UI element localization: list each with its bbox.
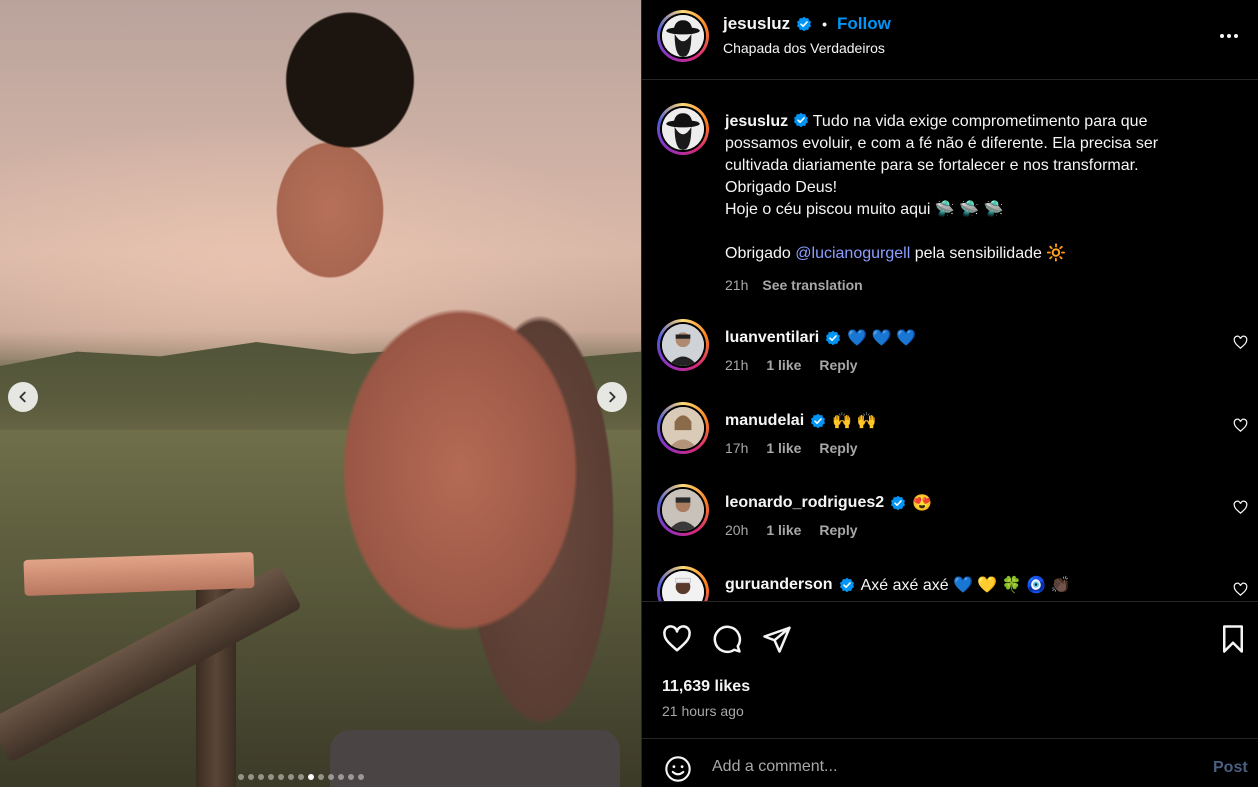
carousel-dot xyxy=(278,774,284,780)
author-username[interactable]: jesusluz xyxy=(723,14,790,34)
carousel-prev-button[interactable] xyxy=(8,382,38,412)
comment-username[interactable]: manudelai xyxy=(725,412,804,430)
comment-reply-button[interactable]: Reply xyxy=(819,522,857,538)
comment-text: 💙 💙 💙 xyxy=(847,330,916,347)
comment-composer: Post xyxy=(642,738,1258,787)
carousel-dot xyxy=(348,774,354,780)
comment-avatar[interactable] xyxy=(657,566,709,601)
comment-text: 🙌 🙌 xyxy=(832,413,877,430)
comment-avatar[interactable] xyxy=(657,402,709,454)
person-avatar-icon xyxy=(662,407,704,449)
comment-text: 😍 xyxy=(912,495,933,512)
comment-input[interactable] xyxy=(712,752,1172,782)
comment-avatar[interactable] xyxy=(657,484,709,536)
caption-tail: pela sensibilidade 🔆 xyxy=(910,245,1067,262)
caption-username[interactable]: jesusluz xyxy=(725,113,788,130)
comment-likes-link[interactable]: 1 like xyxy=(766,522,801,538)
more-icon xyxy=(1220,34,1224,38)
comment-icon[interactable] xyxy=(712,624,742,654)
comment-likes-link[interactable]: 1 like xyxy=(766,440,801,456)
caption-line-3: Obrigado Deus! xyxy=(725,179,838,196)
caption-line-1: possamos evoluir, e com a fé não é difer… xyxy=(725,135,1159,152)
verified-badge-icon xyxy=(826,330,841,346)
verified-badge-icon xyxy=(793,112,808,128)
verified-badge-icon xyxy=(891,495,906,511)
post-header: jesusluz • Follow Chapada dos Verdadeiro… xyxy=(642,0,1258,80)
verified-badge-icon xyxy=(811,413,826,429)
comment-item: leonardo_rodrigues2 😍 20h 1 like Reply xyxy=(657,484,1248,554)
header-bullet: • xyxy=(822,16,827,32)
action-bar: 11,639 likes 21 hours ago xyxy=(642,601,1258,738)
carousel-dot xyxy=(288,774,294,780)
comment-item: manudelai 🙌 🙌 17h 1 like Reply xyxy=(657,402,1248,472)
paper-plane-icon[interactable] xyxy=(762,624,792,654)
comment-username[interactable]: leonardo_rodrigues2 xyxy=(725,494,884,512)
hat-avatar-icon xyxy=(662,108,704,150)
carousel-dot xyxy=(238,774,244,780)
post-time[interactable]: 21 hours ago xyxy=(662,703,744,719)
author-avatar[interactable] xyxy=(657,10,709,62)
caption-line-6: Obrigado xyxy=(725,245,796,262)
carousel-dot xyxy=(338,774,344,780)
comment-item: luanventilari 💙 💙 💙 21h 1 like Reply xyxy=(657,319,1248,389)
carousel-dots xyxy=(238,774,364,780)
see-translation-button[interactable]: See translation xyxy=(762,277,862,293)
heart-icon[interactable] xyxy=(1233,582,1248,597)
photo-shorts xyxy=(330,730,620,787)
person-avatar-icon xyxy=(662,324,704,366)
hat-avatar-icon xyxy=(662,15,704,57)
comment-likes-link[interactable]: 1 like xyxy=(766,357,801,373)
chevron-right-icon xyxy=(609,391,616,403)
caption-meta: 21h See translation xyxy=(725,277,863,293)
comment-username[interactable]: guruanderson xyxy=(725,576,833,594)
caption-line-2: cultivada diariamente para se fortalecer… xyxy=(725,157,1139,174)
verified-badge-icon xyxy=(797,16,812,32)
post-comment-button[interactable]: Post xyxy=(1213,759,1248,777)
carousel-dot xyxy=(358,774,364,780)
carousel-dot xyxy=(298,774,304,780)
carousel-dot xyxy=(268,774,274,780)
photo-person xyxy=(210,0,641,787)
carousel-dot xyxy=(318,774,324,780)
heart-icon[interactable] xyxy=(1233,335,1248,350)
post-media[interactable] xyxy=(0,0,641,787)
carousel-next-button[interactable] xyxy=(597,382,627,412)
comment-avatar[interactable] xyxy=(657,319,709,371)
caption-text: jesusluz Tudo na vida exige comprometime… xyxy=(725,111,1205,265)
comment-age: 17h xyxy=(725,440,749,456)
chevron-left-icon xyxy=(19,391,26,403)
heart-icon[interactable] xyxy=(662,624,692,654)
more-options-button[interactable] xyxy=(1220,26,1244,46)
comments-list[interactable]: jesusluz Tudo na vida exige comprometime… xyxy=(642,81,1258,601)
smiley-icon[interactable] xyxy=(664,755,692,783)
person-avatar-icon xyxy=(662,489,704,531)
post-panel: jesusluz • Follow Chapada dos Verdadeiro… xyxy=(641,0,1258,787)
heart-icon[interactable] xyxy=(1233,418,1248,433)
bookmark-icon[interactable] xyxy=(1218,624,1248,654)
comment-reply-button[interactable]: Reply xyxy=(819,357,857,373)
comment-text: Axé axé axé 💙 💛 🍀 🧿 👏🏿 xyxy=(860,577,1071,594)
carousel-dot xyxy=(308,774,314,780)
carousel-dot xyxy=(328,774,334,780)
caption-mention-link[interactable]: @lucianogurgell xyxy=(795,245,910,262)
carousel-dot xyxy=(258,774,264,780)
caption-age: 21h xyxy=(725,277,749,293)
comment-age: 21h xyxy=(725,357,749,373)
comment-reply-button[interactable]: Reply xyxy=(819,440,857,456)
likes-count[interactable]: 11,639 likes xyxy=(662,678,750,696)
carousel-dot xyxy=(248,774,254,780)
caption-line-0: Tudo na vida exige comprometimento para … xyxy=(812,113,1148,130)
verified-badge-icon xyxy=(839,577,854,593)
caption-line-4: Hoje o céu piscou muito aqui 🛸 🛸 🛸 xyxy=(725,201,1004,218)
comment-item: guruanderson Axé axé axé 💙 💛 🍀 🧿 👏🏿 xyxy=(657,566,1248,601)
follow-button[interactable]: Follow xyxy=(837,14,891,34)
caption-avatar[interactable] xyxy=(657,103,709,155)
post-location[interactable]: Chapada dos Verdadeiros xyxy=(723,40,885,56)
comment-username[interactable]: luanventilari xyxy=(725,329,819,347)
heart-icon[interactable] xyxy=(1233,500,1248,515)
person-avatar-icon xyxy=(662,571,704,601)
comment-age: 20h xyxy=(725,522,749,538)
